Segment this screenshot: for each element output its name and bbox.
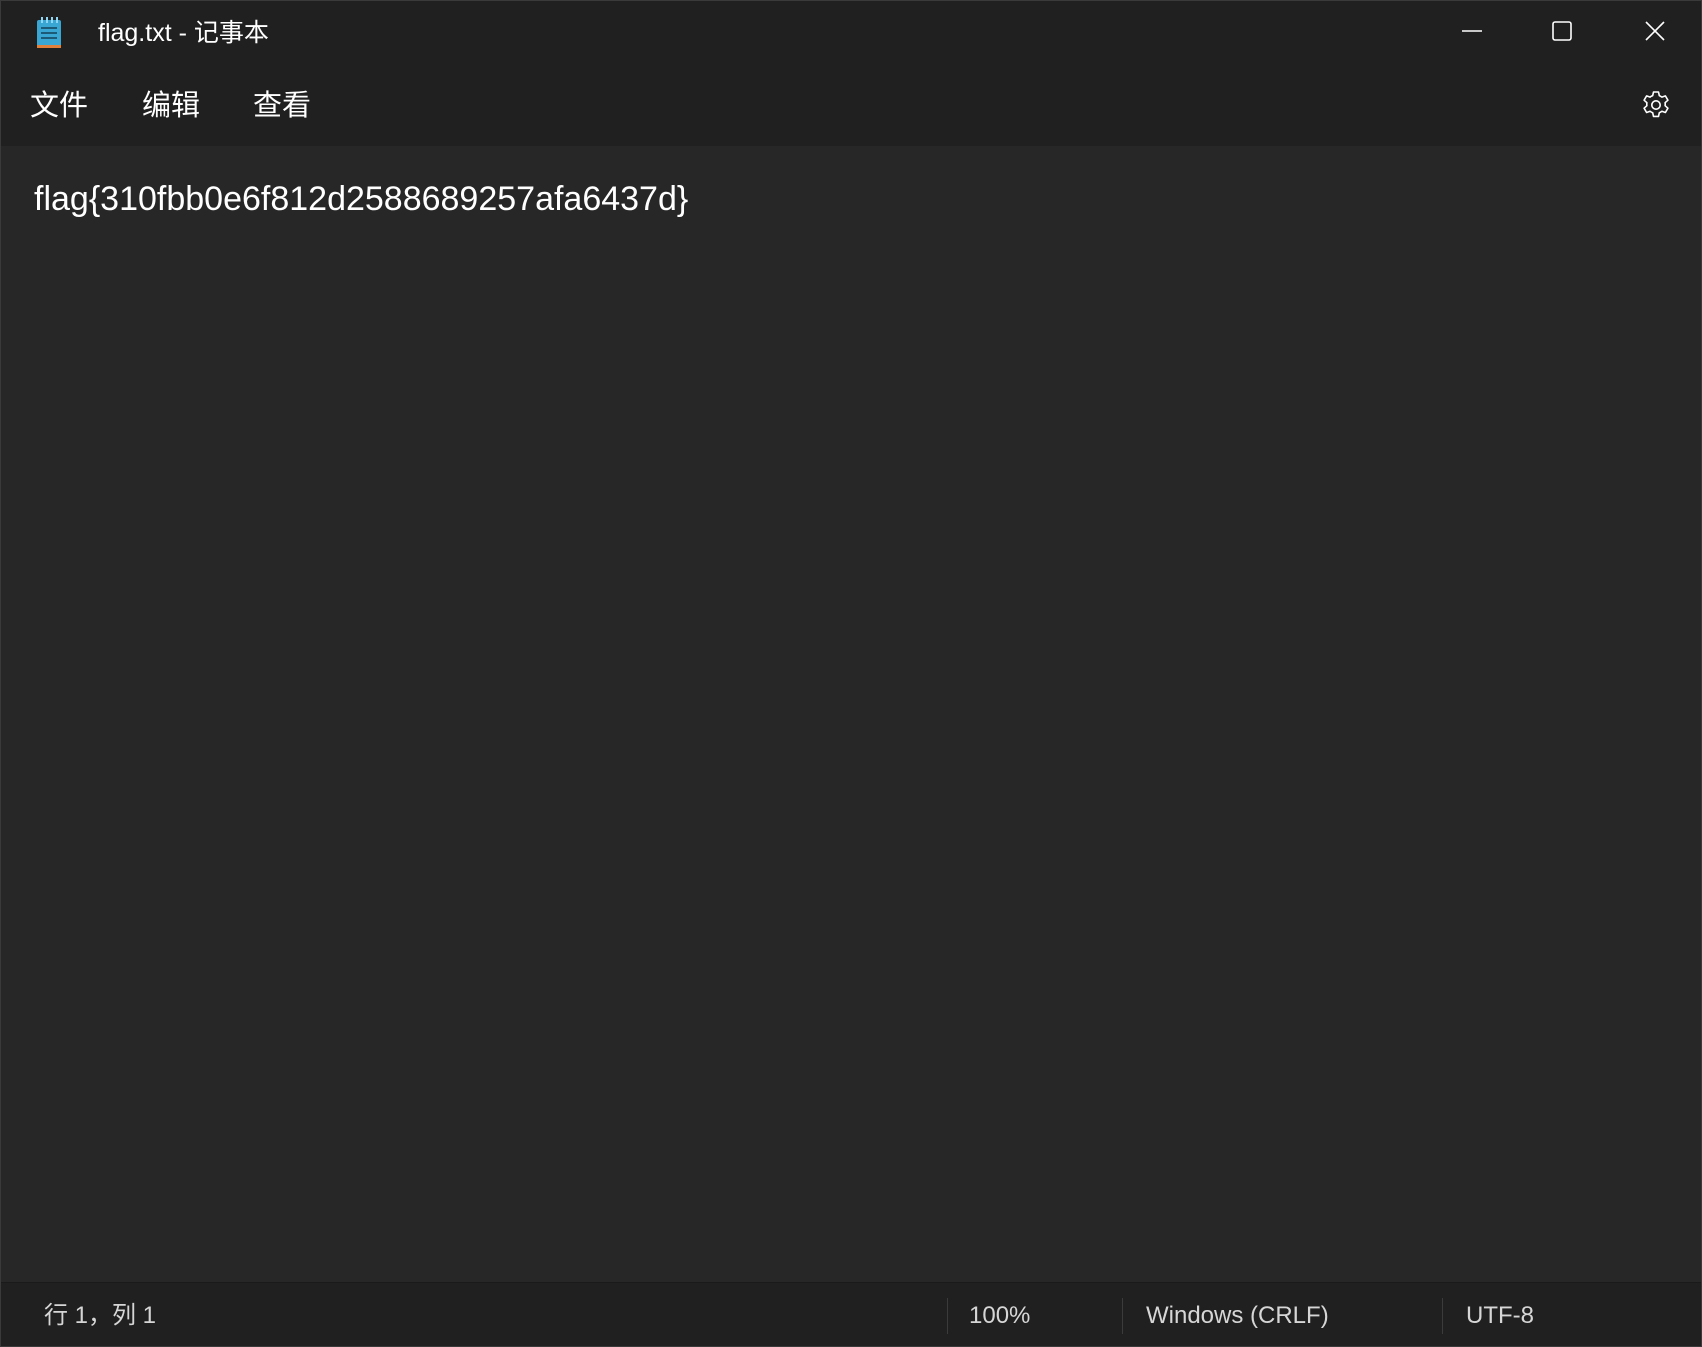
notepad-window: flag.txt - 记事本 文件 编辑 查看 flag{310fbb0e6f8… bbox=[0, 0, 1702, 1347]
close-button[interactable] bbox=[1609, 1, 1701, 61]
line-ending[interactable]: Windows (CRLF) bbox=[1146, 1283, 1329, 1346]
notepad-icon bbox=[36, 17, 62, 49]
status-bar: 行 1，列 1 100% Windows (CRLF) UTF-8 bbox=[1, 1282, 1701, 1346]
gear-icon bbox=[1640, 89, 1672, 126]
encoding[interactable]: UTF-8 bbox=[1466, 1283, 1534, 1346]
menu-bar: 文件 编辑 查看 bbox=[1, 66, 1701, 146]
status-divider bbox=[1442, 1298, 1443, 1334]
status-divider bbox=[947, 1298, 948, 1334]
cursor-position: 行 1，列 1 bbox=[44, 1302, 157, 1329]
minimize-button[interactable] bbox=[1426, 1, 1518, 61]
menu-view[interactable]: 查看 bbox=[253, 84, 311, 128]
status-divider bbox=[1122, 1298, 1123, 1334]
settings-button[interactable] bbox=[1633, 84, 1679, 130]
menu-file[interactable]: 文件 bbox=[30, 84, 88, 128]
maximize-icon bbox=[1551, 20, 1573, 42]
editor-content[interactable]: flag{310fbb0e6f812d2588689257afa6437d} bbox=[34, 176, 688, 222]
window-title: flag.txt - 记事本 bbox=[98, 19, 269, 47]
minimize-icon bbox=[1461, 20, 1483, 42]
menu-edit[interactable]: 编辑 bbox=[142, 84, 200, 128]
title-bar[interactable]: flag.txt - 记事本 bbox=[1, 1, 1701, 66]
text-editor[interactable]: flag{310fbb0e6f812d2588689257afa6437d} bbox=[1, 146, 1701, 1282]
zoom-level[interactable]: 100% bbox=[969, 1283, 1030, 1346]
maximize-button[interactable] bbox=[1516, 1, 1608, 61]
close-icon bbox=[1644, 20, 1666, 42]
